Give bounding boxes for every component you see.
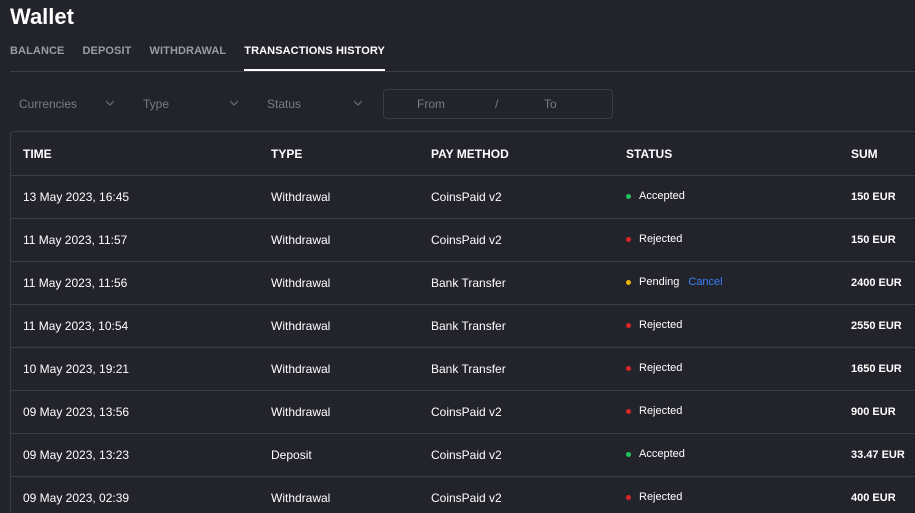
filters-bar: Currencies Type Status From / To — [10, 89, 910, 119]
transaction-type: Withdrawal — [271, 362, 331, 376]
column-header-type: TYPE — [271, 147, 303, 161]
transaction-sum: 33.47 EUR — [851, 449, 905, 461]
status-dot-icon — [626, 408, 631, 414]
transactions-table: TIME TYPE PAY METHOD STATUS SUM 13 May 2… — [10, 131, 915, 513]
transaction-time: 11 May 2023, 11:57 — [23, 233, 128, 247]
table-row: 11 May 2023, 11:57 Withdrawal CoinsPaid v2… — [11, 219, 915, 262]
date-from-field[interactable]: From — [417, 97, 445, 111]
status-dot-icon — [626, 193, 631, 199]
tab-withdrawal[interactable]: WITHDRAWAL — [149, 40, 226, 70]
type-select-label: Type — [143, 97, 170, 111]
transaction-pay-method: Bank Transfer — [431, 319, 506, 333]
transaction-status: Rejected — [626, 233, 682, 245]
status-label: Rejected — [639, 233, 683, 245]
status-dot-icon — [626, 494, 631, 500]
transaction-time: 09 May 2023, 02:39 — [23, 491, 130, 505]
page-title: Wallet — [10, 4, 74, 29]
transaction-type: Deposit — [271, 448, 312, 462]
transaction-status: Accepted — [626, 190, 685, 202]
transaction-status: Pending Cancel — [626, 276, 723, 288]
status-label: Rejected — [639, 405, 683, 417]
transaction-pay-method: CoinsPaid v2 — [431, 405, 502, 419]
date-range-picker[interactable]: From / To — [383, 89, 613, 119]
transaction-pay-method: Bank Transfer — [431, 362, 506, 376]
transaction-time: 10 May 2023, 19:21 — [23, 362, 130, 376]
cancel-transaction-link[interactable]: Cancel — [688, 276, 722, 288]
chevron-down-icon — [353, 100, 363, 106]
transaction-pay-method: Bank Transfer — [431, 276, 506, 290]
status-label: Rejected — [639, 362, 683, 374]
table-row: 09 May 2023, 13:23 Deposit CoinsPaid v2 Acc… — [11, 434, 915, 477]
status-label: Accepted — [639, 190, 685, 202]
table-row: 10 May 2023, 19:21 Withdrawal Bank Transfe… — [11, 348, 915, 391]
transaction-status: Rejected — [626, 319, 682, 331]
transaction-type: Withdrawal — [271, 319, 331, 333]
transaction-type: Withdrawal — [271, 491, 331, 505]
status-dot-icon — [626, 236, 631, 242]
table-body: 13 May 2023, 16:45 Withdrawal CoinsPaid v2… — [11, 176, 915, 513]
transaction-time: 11 May 2023, 10:54 — [23, 319, 129, 333]
transaction-type: Withdrawal — [271, 405, 331, 419]
transaction-status: Accepted — [626, 448, 685, 460]
date-separator: / — [495, 97, 499, 111]
transaction-sum: 400 EUR — [851, 492, 896, 504]
transaction-sum: 900 EUR — [851, 406, 896, 418]
transaction-time: 13 May 2023, 16:45 — [23, 190, 130, 204]
table-row: 09 May 2023, 02:39 Withdrawal CoinsPaid v2… — [11, 477, 915, 513]
transaction-time: 09 May 2023, 13:56 — [23, 405, 130, 419]
currencies-select[interactable]: Currencies — [19, 89, 115, 119]
status-select[interactable]: Status — [267, 89, 363, 119]
transaction-status: Rejected — [626, 405, 682, 417]
transaction-status: Rejected — [626, 491, 682, 503]
chevron-down-icon — [229, 100, 239, 106]
status-dot-icon — [626, 365, 631, 371]
transaction-time: 09 May 2023, 13:23 — [23, 448, 130, 462]
table-row: 13 May 2023, 16:45 Withdrawal CoinsPaid v2… — [11, 176, 915, 219]
status-label: Accepted — [639, 448, 685, 460]
transaction-sum: 2550 EUR — [851, 320, 902, 332]
transaction-type: Withdrawal — [271, 190, 331, 204]
column-header-sum: SUM — [851, 147, 878, 161]
transaction-sum: 150 EUR — [851, 234, 896, 246]
transaction-sum: 2400 EUR — [851, 277, 902, 289]
transaction-sum: 150 EUR — [851, 191, 896, 203]
transaction-pay-method: CoinsPaid v2 — [431, 190, 502, 204]
transaction-pay-method: CoinsPaid v2 — [431, 448, 502, 462]
status-label: Pending — [639, 276, 680, 288]
status-select-label: Status — [267, 97, 302, 111]
transaction-type: Withdrawal — [271, 233, 331, 247]
column-header-time: TIME — [23, 147, 52, 161]
table-header: TIME TYPE PAY METHOD STATUS SUM — [11, 132, 915, 176]
column-header-pay-method: PAY METHOD — [431, 147, 509, 161]
table-row: 11 May 2023, 10:54 Withdrawal Bank Transfe… — [11, 305, 915, 348]
type-select[interactable]: Type — [143, 89, 239, 119]
transaction-type: Withdrawal — [271, 276, 331, 290]
currencies-select-label: Currencies — [19, 97, 78, 111]
status-dot-icon — [626, 279, 631, 285]
date-to-field[interactable]: To — [544, 97, 557, 111]
wallet-tabs: BALANCE DEPOSIT WITHDRAWAL TRANSACTIONS … — [10, 40, 915, 72]
status-label: Rejected — [639, 491, 683, 503]
transaction-time: 11 May 2023, 11:56 — [23, 276, 128, 290]
status-dot-icon — [626, 451, 631, 457]
transaction-sum: 1650 EUR — [851, 363, 902, 375]
chevron-down-icon — [105, 100, 115, 106]
status-dot-icon — [626, 322, 631, 328]
tab-deposit[interactable]: DEPOSIT — [82, 40, 131, 70]
column-header-status: STATUS — [626, 147, 673, 161]
status-label: Rejected — [639, 319, 683, 331]
tab-balance[interactable]: BALANCE — [10, 40, 64, 70]
transaction-pay-method: CoinsPaid v2 — [431, 233, 502, 247]
table-row: 11 May 2023, 11:56 Withdrawal Bank Transfe… — [11, 262, 915, 305]
transaction-pay-method: CoinsPaid v2 — [431, 491, 502, 505]
tab-transactions-history[interactable]: TRANSACTIONS HISTORY — [244, 40, 385, 71]
table-row: 09 May 2023, 13:56 Withdrawal CoinsPaid v2… — [11, 391, 915, 434]
transaction-status: Rejected — [626, 362, 682, 374]
